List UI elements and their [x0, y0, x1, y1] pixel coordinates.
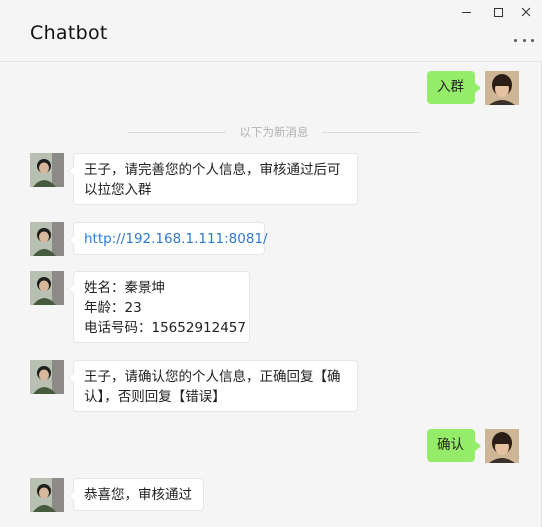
user-avatar[interactable] — [485, 429, 519, 463]
maximize-button[interactable] — [484, 2, 512, 22]
maximize-icon — [493, 7, 503, 17]
close-icon — [521, 7, 531, 17]
more-icon — [514, 38, 517, 42]
minimize-icon — [461, 11, 471, 13]
message-bubble-bot[interactable]: 王子，请确认您的个人信息，正确回复【确 认】，否则回复【错误】 — [68, 360, 358, 412]
message-bubble-self[interactable]: 入群 — [427, 71, 481, 104]
message-scrollbar[interactable] — [537, 70, 541, 525]
user-avatar[interactable] — [485, 71, 519, 105]
bot-avatar[interactable] — [30, 478, 64, 512]
message-bubble-bot[interactable]: 王子，请完善您的个人信息，审核通过后可 以拉您入群 — [68, 153, 358, 205]
message-bubble-bot[interactable]: http://192.168.1.111:8081/ — [68, 222, 268, 255]
message-bubble-bot[interactable]: 恭喜您，审核通过 — [68, 478, 204, 511]
close-button[interactable] — [512, 2, 540, 22]
message-bubble-self[interactable]: 确认 — [427, 429, 481, 462]
new-messages-divider: 以下为新消息 — [128, 124, 420, 140]
minimize-button[interactable] — [452, 2, 480, 22]
message-link[interactable]: http://192.168.1.111:8081/ — [84, 229, 268, 249]
message-bubble-bot[interactable]: 姓名：秦景坤 年龄：23 电话号码：15652912457 — [68, 271, 250, 343]
chat-window: Chatbot 入群 以下为新消息 王子，请完善您的个人信息，审核通过后可 以拉… — [0, 0, 542, 527]
chat-title: Chatbot — [30, 22, 108, 44]
bot-avatar-image — [30, 153, 64, 187]
user-avatar-image — [485, 71, 519, 105]
title-bar: Chatbot — [0, 0, 542, 62]
bot-avatar[interactable] — [30, 153, 64, 187]
bot-avatar[interactable] — [30, 222, 64, 256]
bot-avatar[interactable] — [30, 271, 64, 305]
bot-avatar[interactable] — [30, 360, 64, 394]
more-options-button[interactable] — [512, 34, 536, 46]
